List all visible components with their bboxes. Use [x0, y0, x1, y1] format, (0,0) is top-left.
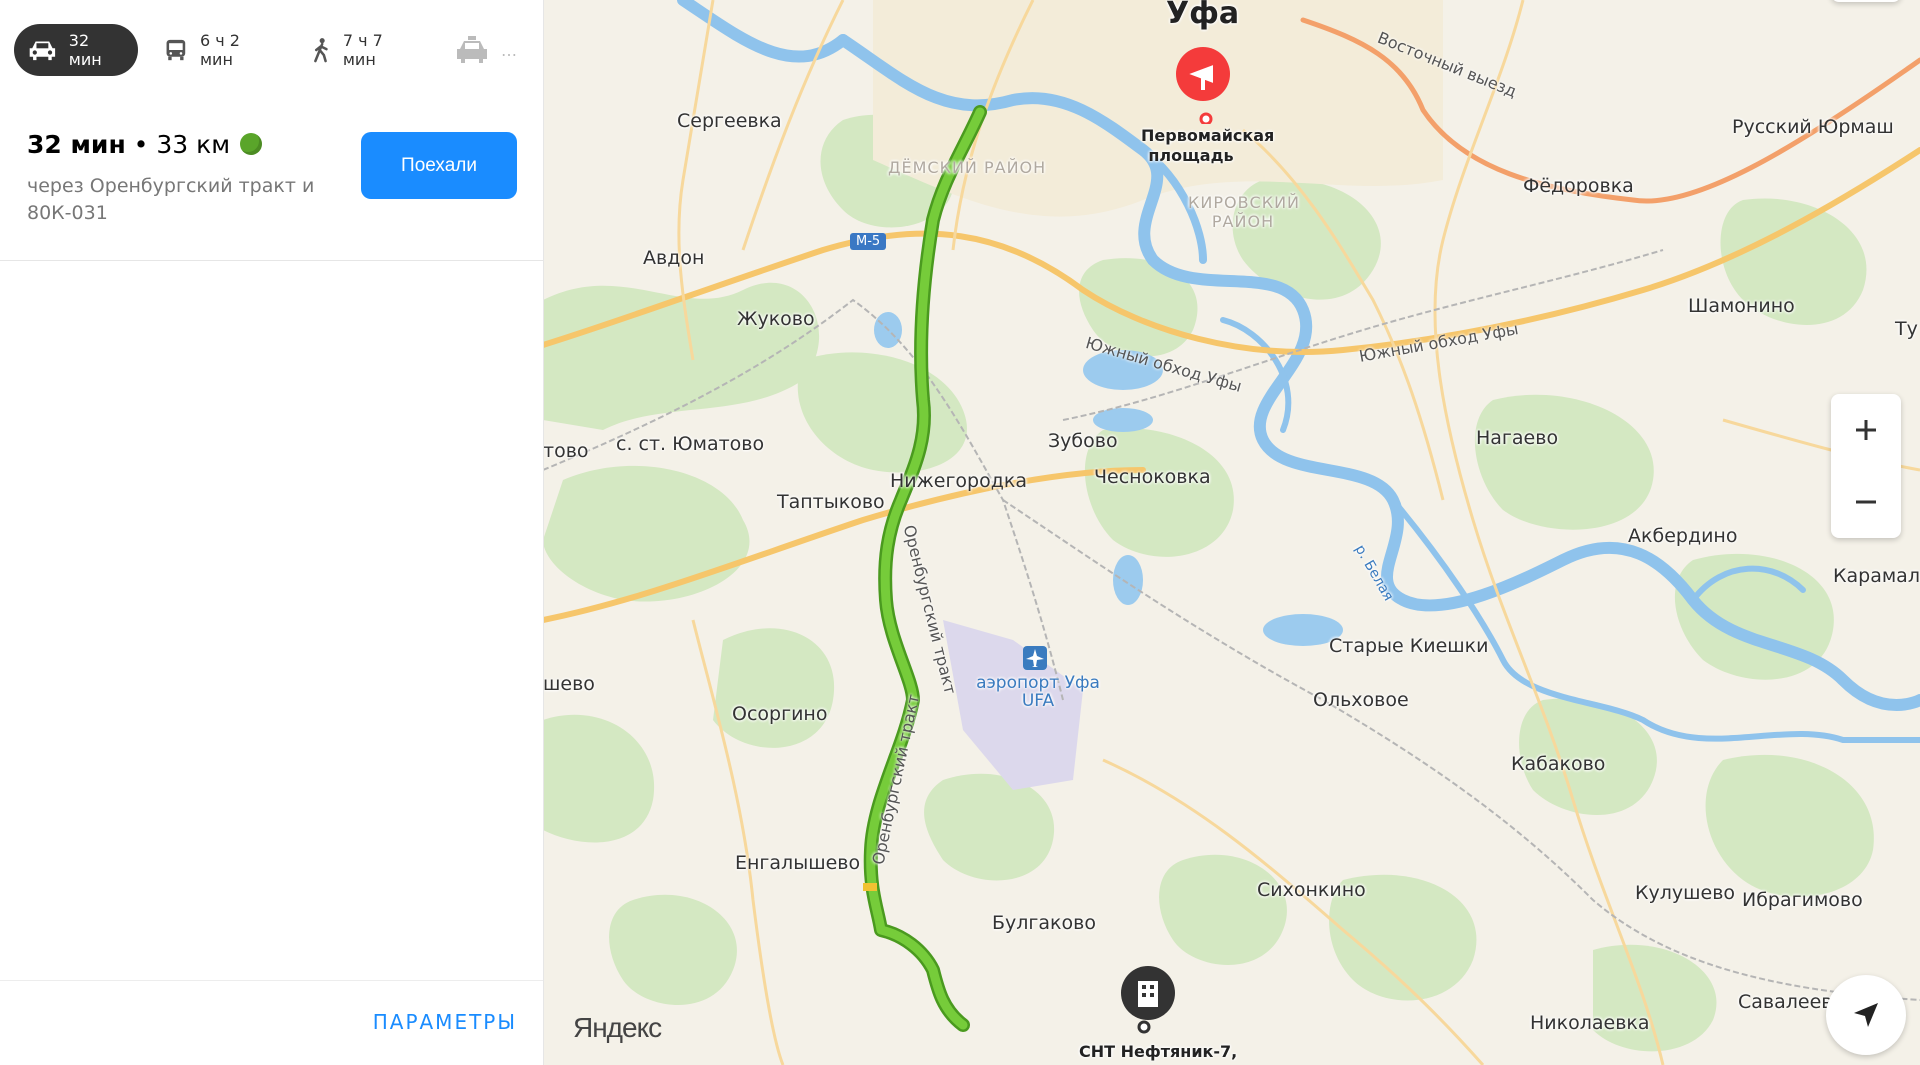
zoom-out-button[interactable] — [1831, 466, 1901, 538]
place-label: Шамонино — [1688, 295, 1795, 317]
mode-car-label: 32 мин — [68, 31, 102, 69]
destination-label: Первомайская площадь — [1141, 126, 1275, 165]
place-label: Акбердино — [1628, 525, 1738, 547]
airport-label: аэропорт Уфа UFA — [976, 673, 1100, 711]
mode-bus-label: 6 ч 2 мин — [199, 31, 240, 69]
place-label: Сергеевка — [677, 110, 782, 132]
yandex-logo: Яндекс — [573, 1012, 662, 1043]
divider — [0, 260, 543, 261]
place-label: Русский Юрмаш — [1732, 116, 1894, 138]
route-time-distance: 32 мин • 33 км — [27, 130, 337, 159]
taxi-icon — [457, 36, 487, 63]
place-label: Жуково — [737, 308, 815, 330]
route-separator: • — [125, 130, 157, 159]
car-icon — [29, 41, 56, 61]
place-label: Осоргино — [732, 703, 828, 725]
traffic-segment — [863, 883, 877, 891]
map[interactable]: Уфа Первомайская площадь СНТ Нефтяник-7,… — [543, 0, 1920, 1065]
place-label: Старые Киешки — [1329, 635, 1489, 657]
route-summary[interactable]: 32 мин • 33 км через Оренбургский тракт … — [27, 130, 337, 227]
district-label: ДЁМСКИЙ РАЙОН — [888, 158, 1047, 177]
parameters-link[interactable]: ПАРАМЕТРЫ — [373, 1010, 517, 1034]
zoom-control — [1831, 394, 1901, 538]
navigation-arrow-icon — [1854, 1003, 1878, 1027]
mode-walk-label: 7 ч 7 мин — [342, 31, 383, 69]
bus-icon — [166, 39, 186, 61]
map-top-control[interactable] — [1831, 0, 1901, 2]
mode-bus-tab[interactable]: 6 ч 2 мин — [144, 24, 286, 76]
place-label: Чесноковка — [1094, 466, 1211, 488]
place-label: Сихонкино — [1257, 879, 1366, 901]
district-label: КИРОВСКИЙ РАЙОН — [1188, 193, 1301, 231]
place-label: с. ст. Юматово — [616, 433, 765, 455]
traffic-icon — [240, 133, 263, 155]
origin-pin-icon[interactable] — [1118, 965, 1178, 1035]
highway-shield: М-5 — [850, 233, 887, 250]
minus-icon — [1856, 500, 1876, 504]
place-label: Ольховое — [1313, 689, 1409, 711]
my-location-button[interactable] — [1826, 975, 1906, 1055]
place-label: Енгалышево — [735, 852, 861, 874]
place-label: шево — [543, 673, 595, 695]
city-label: Уфа — [1166, 0, 1240, 31]
place-label: Нижегородка — [890, 470, 1027, 492]
place-label: Ибрагимово — [1742, 889, 1863, 911]
go-button[interactable]: Поехали — [361, 132, 517, 199]
place-label: Фёдоровка — [1523, 175, 1634, 197]
place-label: Булгаково — [992, 912, 1096, 934]
plus-icon — [1856, 420, 1876, 440]
destination-pin-icon[interactable] — [1173, 44, 1233, 124]
place-label: Ту — [1895, 318, 1918, 340]
divider — [0, 980, 543, 981]
route-distance: 33 км — [156, 130, 231, 159]
place-label: тово — [543, 440, 589, 462]
transport-modes: 32 мин 6 ч 2 мин 7 ч 7 мин … — [14, 24, 543, 76]
place-label: Кулушево — [1635, 882, 1736, 904]
zoom-in-button[interactable] — [1831, 394, 1901, 466]
mode-taxi-tab[interactable]: … — [435, 24, 537, 76]
origin-label: СНТ Нефтяник-7, — [1079, 1042, 1238, 1061]
mode-walk-tab[interactable]: 7 ч 7 мин — [292, 24, 429, 76]
place-label: Николаевка — [1530, 1012, 1650, 1034]
place-label: Карамалы — [1833, 565, 1920, 587]
place-label: Нагаево — [1476, 427, 1559, 449]
walk-icon — [314, 38, 328, 63]
airport-icon — [1023, 646, 1047, 670]
mode-car-tab[interactable]: 32 мин — [14, 24, 139, 76]
place-label: Зубово — [1048, 430, 1118, 452]
place-label: Таптыково — [777, 491, 885, 513]
route-via: через Оренбургский тракт и 80К-031 — [27, 175, 315, 224]
route-time: 32 мин — [27, 130, 126, 159]
route-panel: 32 мин 6 ч 2 мин 7 ч 7 мин … 32 мин • 33… — [0, 0, 544, 1065]
mode-taxi-label: … — [501, 40, 517, 60]
place-label: Кабаково — [1511, 753, 1606, 775]
place-label: Авдон — [643, 247, 705, 269]
